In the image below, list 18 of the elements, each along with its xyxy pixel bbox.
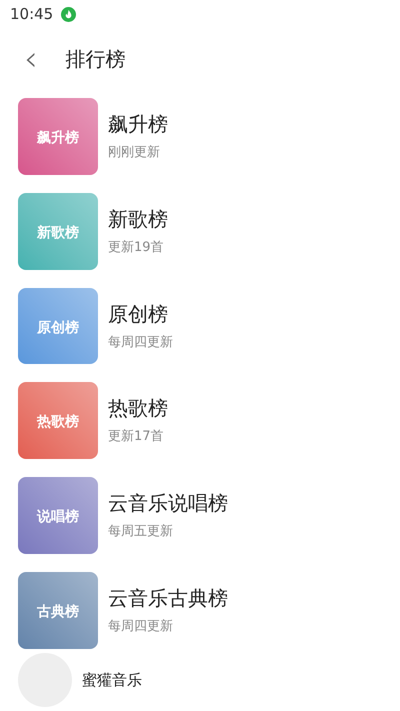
chart-title[interactable]: 云音乐古典榜 [108,585,228,612]
status-time: 10:45 [10,4,54,25]
update-info: 每周四更新 [108,618,174,636]
chart-title[interactable]: 原创榜 [108,300,173,327]
back-button[interactable]: ‹ [18,42,44,76]
update-info: 刚刚更新 [108,144,161,162]
chart-title[interactable]: 热歌榜 [108,395,168,422]
track-title: 蜜獾音乐 [82,670,142,691]
update-info: 每周五更新 [108,523,174,542]
chart-title[interactable]: 云音乐说唱榜 [108,490,228,516]
page-title: 排行榜 [66,46,126,73]
update-info: 每周四更新 [108,334,173,352]
app-notification-icon [61,6,76,22]
chart-title[interactable]: 新歌榜 [108,206,168,232]
chart-title[interactable]: 飙升榜 [108,111,168,137]
update-info: 更新17首 [108,428,165,446]
update-info: 更新19首 [108,238,165,257]
chart-cover[interactable]: 说唱榜 [18,477,98,554]
